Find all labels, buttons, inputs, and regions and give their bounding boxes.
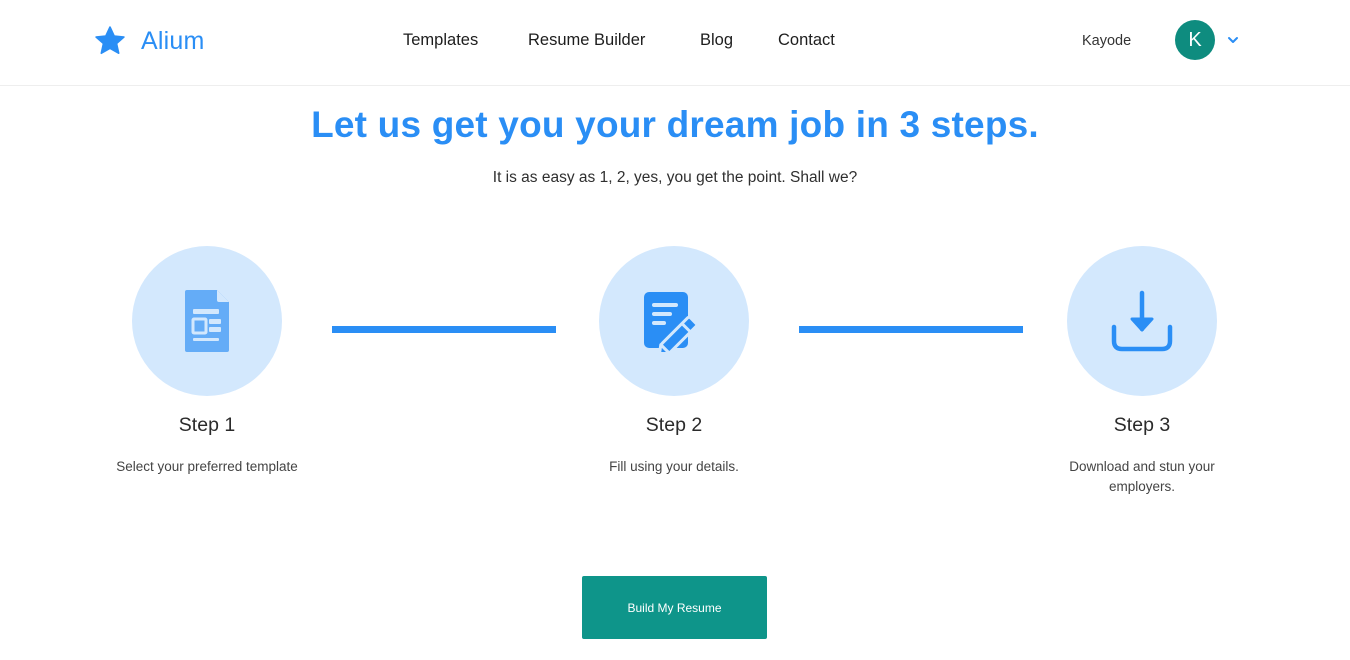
nav-resume-builder-link[interactable]: Resume Builder: [528, 31, 645, 50]
nav-blog-link[interactable]: Blog: [700, 31, 733, 50]
step-3-icon-circle: [1067, 246, 1217, 396]
edit-document-icon: [644, 292, 699, 352]
hero-subline: It is as easy as 1, 2, yes, you get the …: [492, 169, 858, 186]
download-icon: [1111, 290, 1173, 352]
chevron-down-icon[interactable]: [1226, 34, 1240, 46]
step-1-description: Select your preferred template: [116, 459, 298, 474]
step-1-icon-circle: [132, 246, 282, 396]
step-connector-1: [332, 326, 556, 333]
brand-logo-link[interactable]: Alium: [93, 24, 205, 58]
step-1-title: Step 1: [178, 414, 236, 436]
nav-templates-link[interactable]: Templates: [403, 31, 478, 50]
step-3-title: Step 3: [1113, 414, 1171, 436]
step-3-description: Download and stun your employers.: [1069, 459, 1215, 494]
user-avatar[interactable]: K: [1175, 20, 1215, 60]
build-my-resume-button[interactable]: Build My Resume: [582, 576, 767, 639]
user-name: Kayode: [1082, 33, 1132, 49]
star-icon: [95, 26, 125, 55]
brand-name: Alium: [141, 26, 205, 55]
top-navbar: Alium Templates Resume Builder Blog Cont…: [0, 0, 1350, 86]
step-2-icon-circle: [599, 246, 749, 396]
nav-contact-link[interactable]: Contact: [778, 31, 835, 50]
step-2-title: Step 2: [645, 414, 703, 436]
hero-headline: Let us get you your dream job in 3 steps…: [311, 104, 1039, 145]
step-2-description: Fill using your details.: [609, 459, 739, 474]
step-connector-2: [799, 326, 1023, 333]
template-document-icon: [185, 290, 229, 352]
